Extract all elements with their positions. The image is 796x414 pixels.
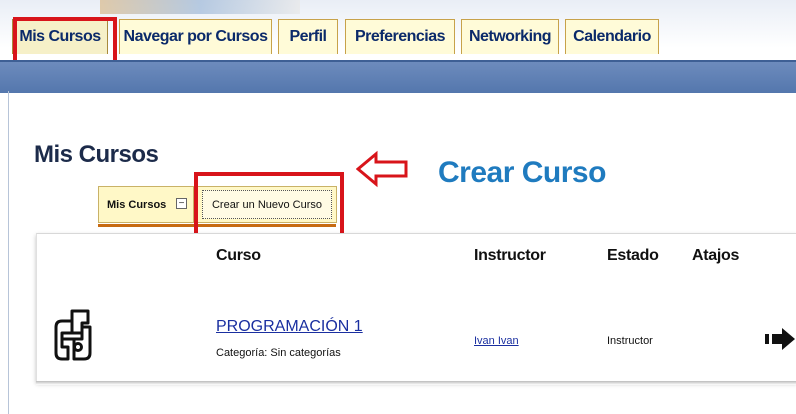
course-logo-icon — [54, 309, 92, 361]
left-border — [8, 91, 9, 414]
subtab-mis-cursos-label: Mis Cursos — [107, 199, 167, 211]
header-curso: Curso — [216, 247, 261, 264]
tab-networking[interactable]: Networking — [461, 19, 559, 54]
panel-shadow — [36, 381, 796, 385]
header-atajos: Atajos — [692, 247, 740, 264]
tab-navegar-por-cursos[interactable]: Navegar por Cursos — [119, 19, 272, 54]
arrow-right-icon[interactable] — [765, 327, 796, 351]
tab-perfil[interactable]: Perfil — [278, 19, 338, 54]
course-status: Instructor — [607, 335, 653, 347]
header-estado: Estado — [607, 247, 659, 264]
collapse-icon[interactable]: − — [176, 198, 187, 209]
arrow-left-outline-icon — [356, 150, 408, 188]
course-link[interactable]: PROGRAMACIÓN 1 — [216, 318, 363, 336]
annotation-label: Crear Curso — [438, 156, 606, 189]
highlight-box-new-course — [194, 172, 344, 237]
page-title: Mis Cursos — [34, 141, 159, 168]
tab-preferencias[interactable]: Preferencias — [345, 19, 455, 54]
header-instructor: Instructor — [474, 247, 546, 264]
courses-panel — [36, 233, 796, 382]
nav-bar — [0, 60, 796, 93]
instructor-link[interactable]: Ivan Ivan — [474, 335, 519, 347]
header-decoration — [100, 0, 300, 14]
course-category: Categoría: Sin categorías — [216, 347, 341, 359]
tab-calendario[interactable]: Calendario — [565, 19, 659, 54]
